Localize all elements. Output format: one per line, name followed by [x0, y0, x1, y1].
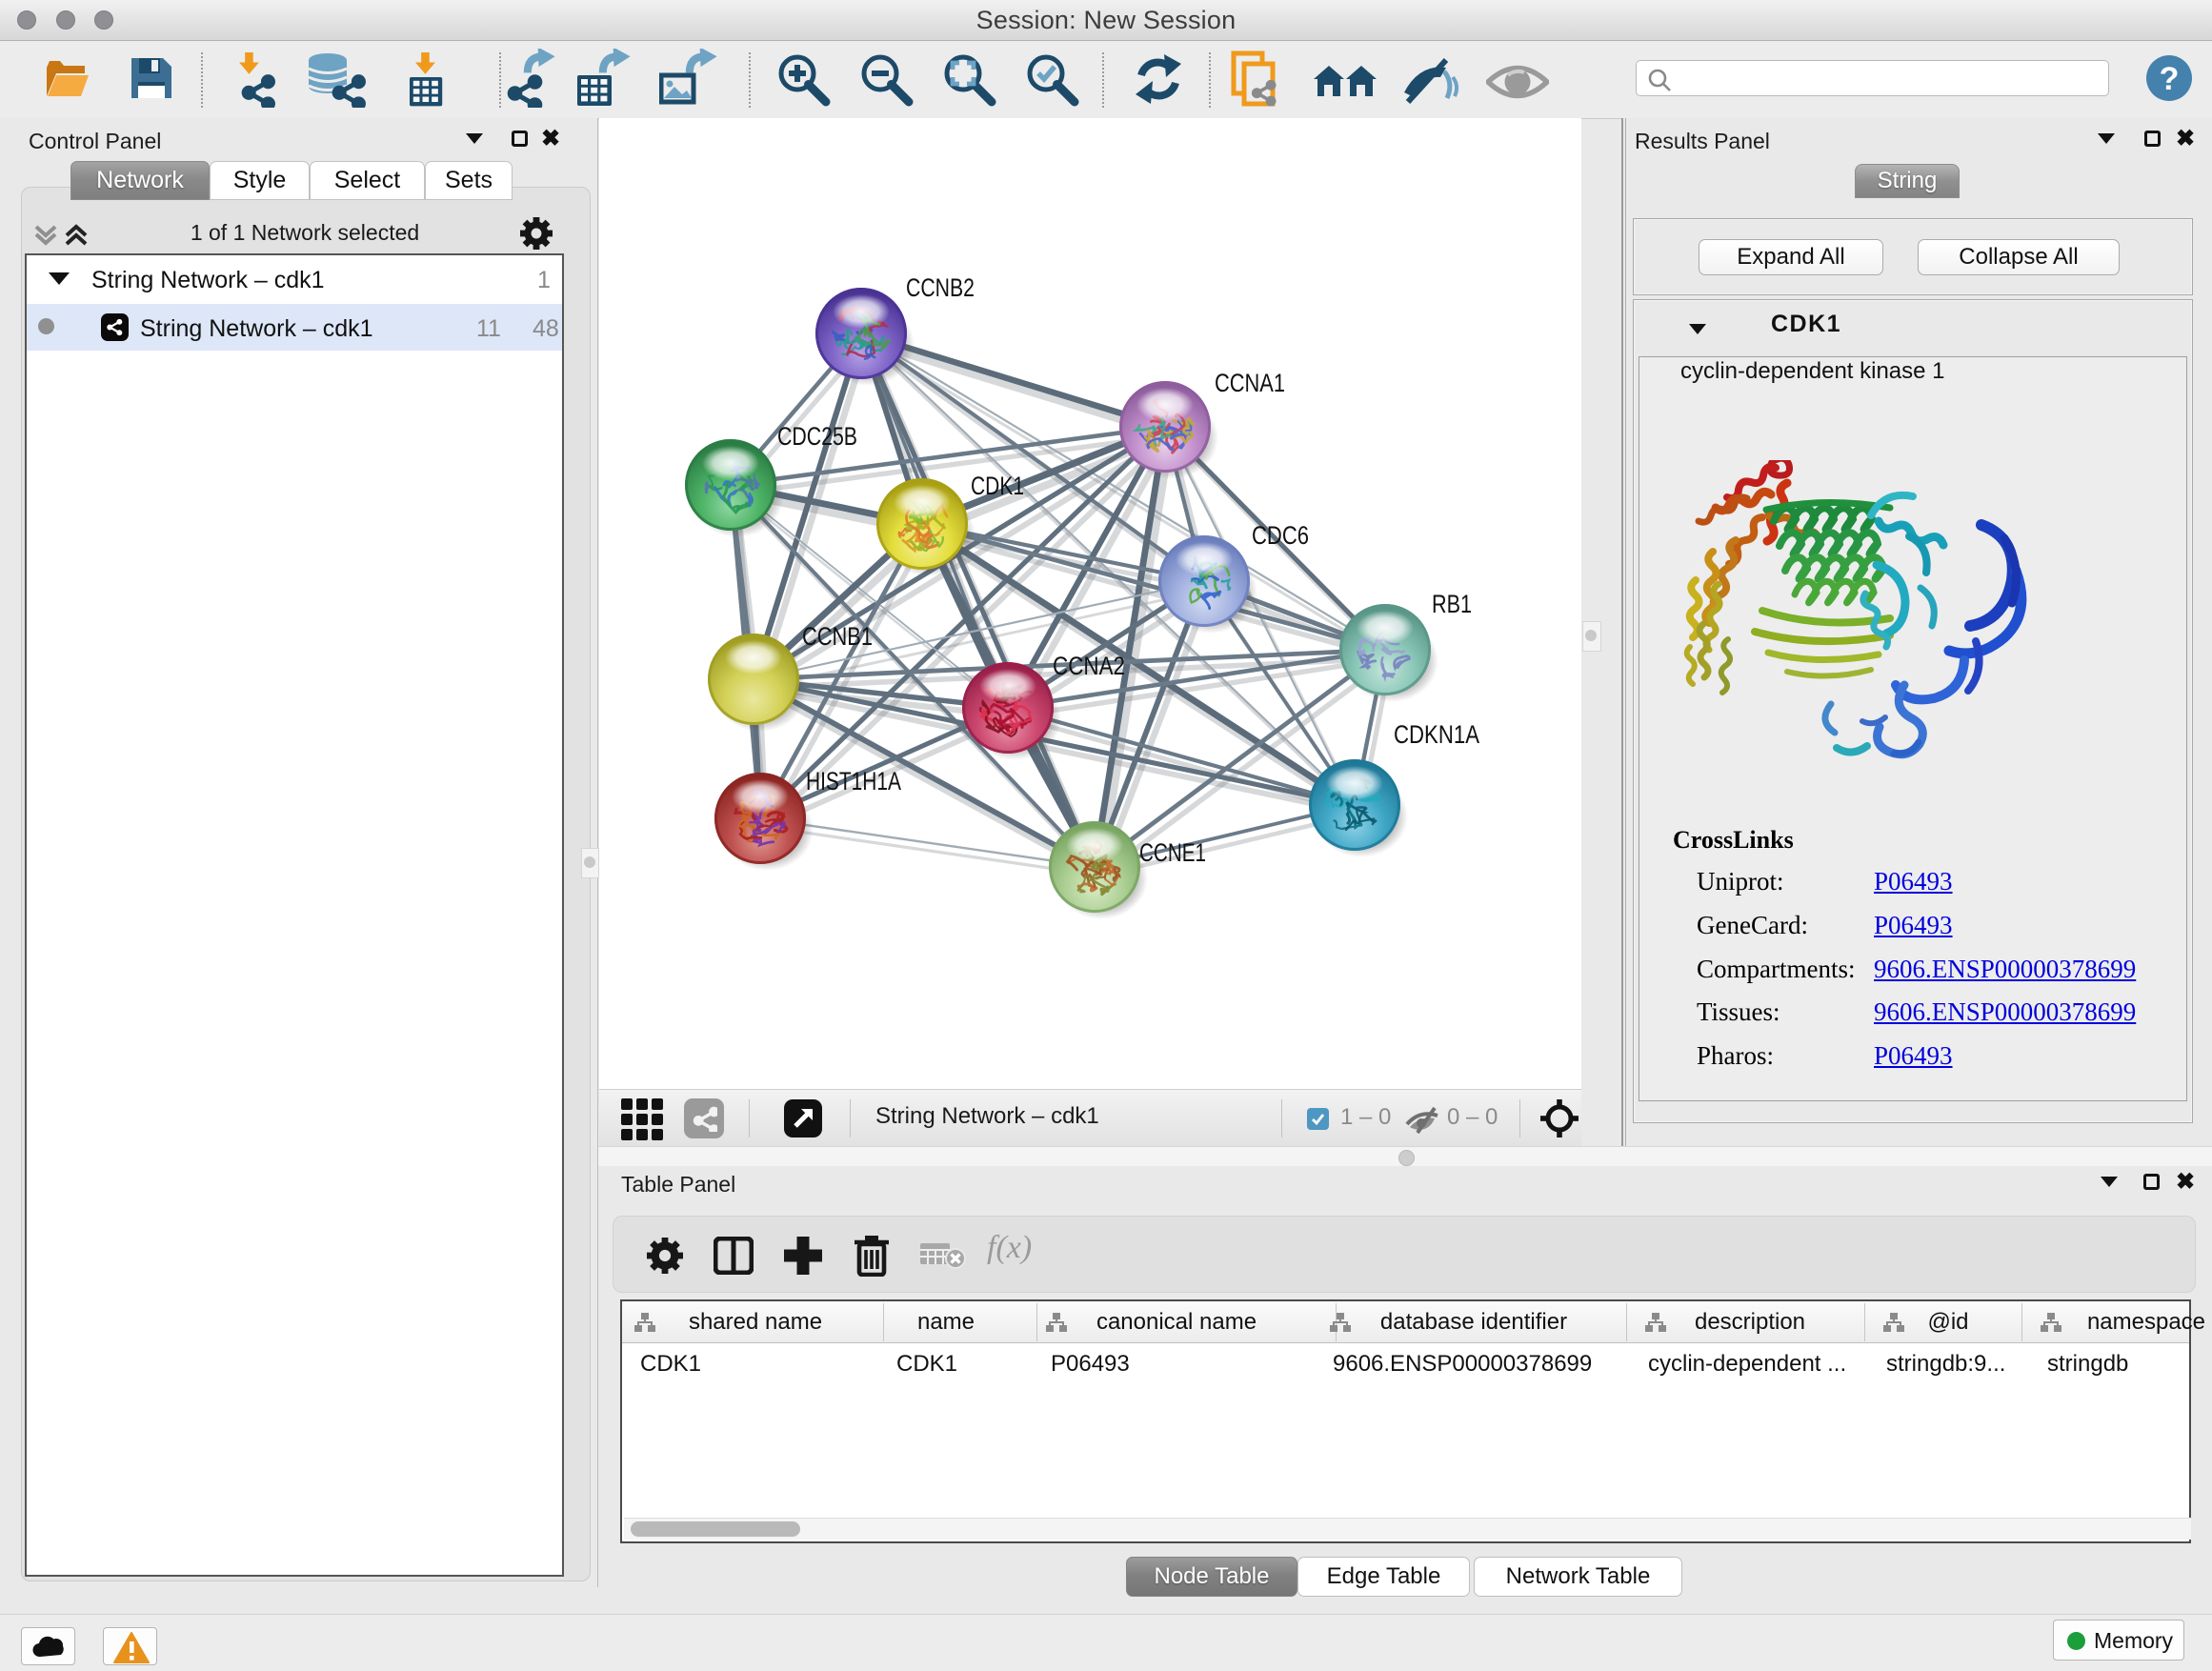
svg-text:CDKN1A: CDKN1A: [1394, 720, 1479, 749]
svg-text:CCNB2: CCNB2: [906, 273, 975, 302]
svg-text:RB1: RB1: [1432, 590, 1472, 618]
svg-text:CDC25B: CDC25B: [777, 422, 857, 451]
svg-text:HIST1H1A: HIST1H1A: [806, 767, 901, 795]
svg-text:CDK1: CDK1: [971, 472, 1024, 500]
svg-text:CCNA2: CCNA2: [1053, 652, 1125, 680]
svg-text:CCNB1: CCNB1: [802, 622, 873, 651]
svg-text:CCNE1: CCNE1: [1139, 838, 1206, 867]
svg-text:CCNA1: CCNA1: [1215, 369, 1285, 397]
svg-text:CDC6: CDC6: [1252, 521, 1309, 550]
svg-text:?: ?: [2160, 61, 2180, 97]
